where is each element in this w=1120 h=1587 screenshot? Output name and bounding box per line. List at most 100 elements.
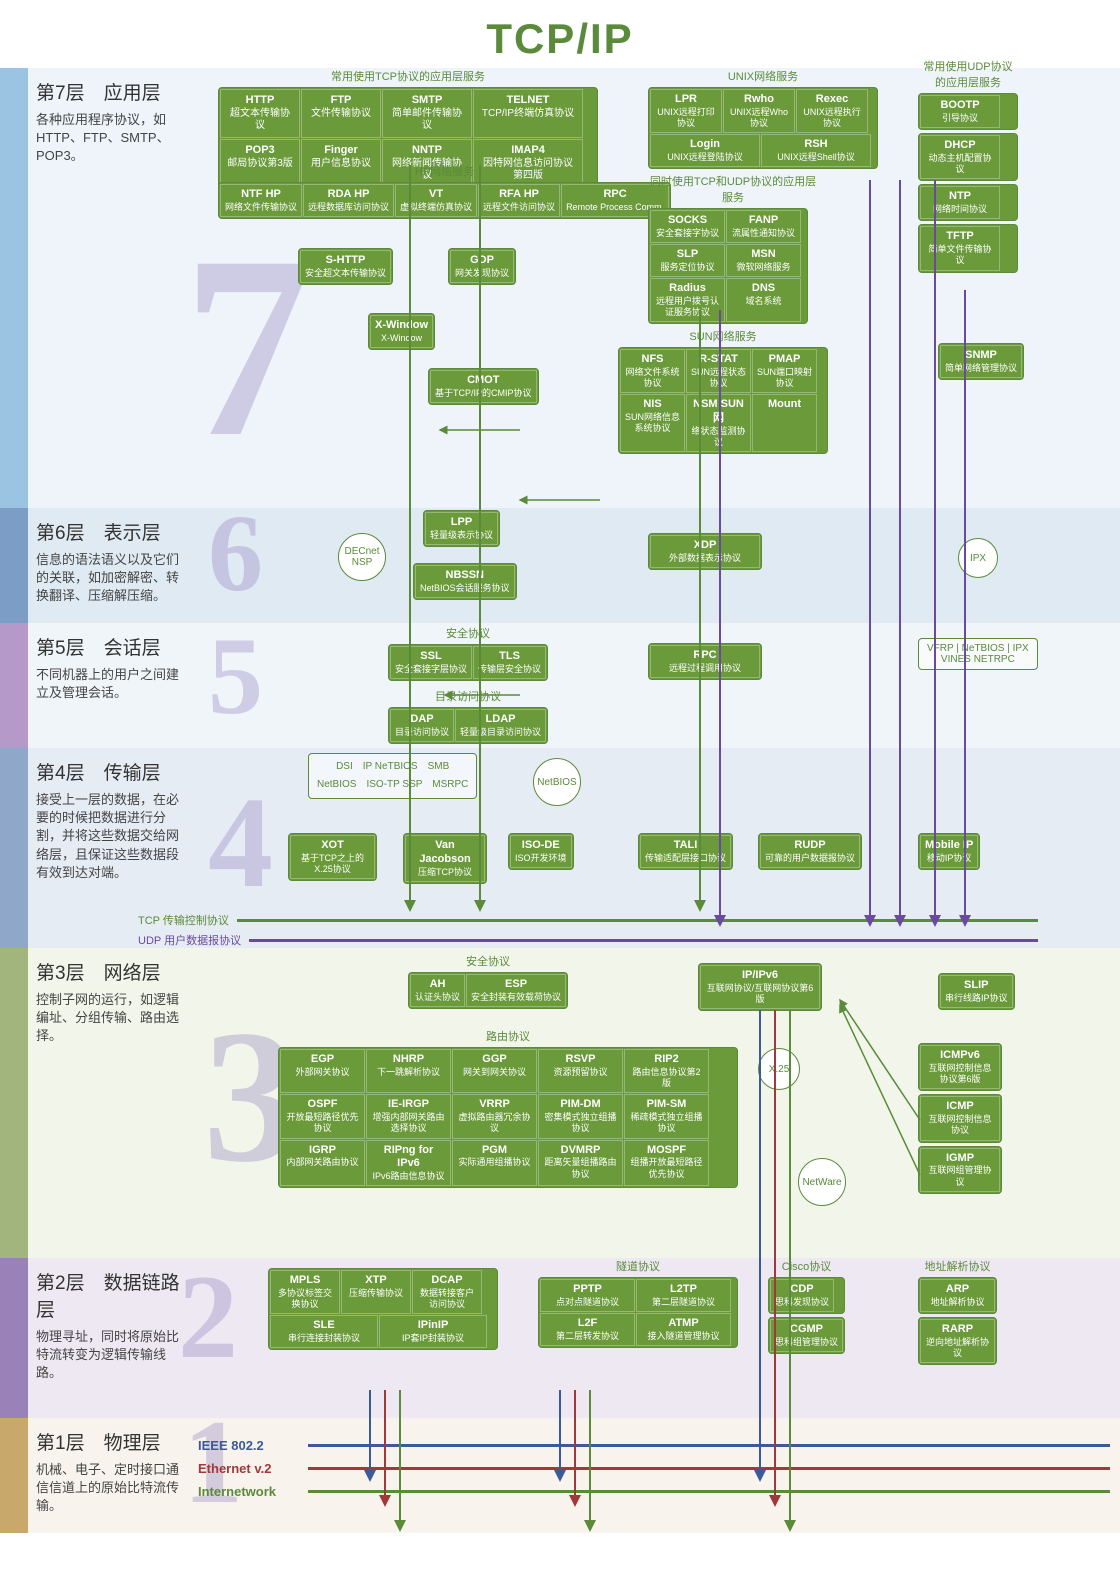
proto-socks: SOCKS安全套接字协议 [650,210,725,243]
group-hp: HP网络服务 [218,163,671,179]
proto-ieirgp: IE-IRGP增强内部网关路由选择协议 [366,1094,451,1138]
group-both: 同时使用TCP和UDP协议的应用层服务 [648,173,818,205]
proto-mount: Mount [752,394,817,452]
proto-smtp: SMTP简单邮件传输协议 [382,89,472,138]
group-routing: 路由协议 [278,1028,738,1044]
udp-line [249,939,1038,942]
proto-nis: NISSUN网络信息系统协议 [620,394,685,452]
proto-lpr: LPRUNIX远程打印协议 [650,89,722,133]
proto-sle: SLE串行连接封装协议 [270,1315,378,1348]
proto-telnet: TELNETTCP/IP终端仿真协议 [473,89,583,138]
proto-rpc5: RPC远程过程调用协议 [650,645,760,678]
layer-7-name: 第7层 应用层 [36,78,190,105]
layer-2: 第2层 数据链路层 物理寻址，同时将原始比特流转变为逻辑传输线路。 2 MPLS… [0,1258,1120,1418]
proto-tls: TLS传输层安全协议 [473,646,546,679]
proto-decnet: DECnet NSP [338,533,386,581]
proto-mospf: MOSPF组播开放最短路径优先协议 [624,1140,709,1187]
proto-fanp: FANP流属性通知协议 [726,210,801,243]
proto-mobileip: Mobile IP移动IP协议 [920,835,978,868]
layer-4-name: 第4层 传输层 [36,758,190,785]
group-unix: UNIX网络服务 [648,68,878,84]
proto-egp: EGP外部网关协议 [280,1049,365,1093]
proto-radius: Radius远程用户拨号认证服务协议 [650,278,725,322]
proto-lpp: LPP轻量级表示协议 [425,512,498,545]
proto-xwindow: X-WindowX-Window [370,315,433,348]
group-addr: 地址解析协议 [918,1258,997,1274]
proto-nhrp: NHRP下一跳解析协议 [366,1049,451,1093]
proto-cgmp: CGMP思科组管理协议 [770,1319,843,1352]
phys-ethernet: Ethernet v.2 [198,1461,1110,1476]
layer-1-desc: 机械、电子、定时接口通信信道上的原始比特流传输。 [36,1461,190,1516]
proto-xtp: XTP压缩传输协议 [341,1270,411,1314]
group-sun: SUN网络服务 [618,328,828,344]
proto-isode: ISO-DEISO开发环境 [510,835,572,868]
proto-rudp: RUDP可靠的用户数据报协议 [760,835,860,868]
layer-1: 第1层 物理层 机械、电子、定时接口通信信道上的原始比特流传输。 1 IEEE … [0,1418,1120,1533]
proto-ggp: GGP网关到网关协议 [452,1049,537,1093]
proto-l2tp: L2TP第二层隧道协议 [636,1279,731,1312]
proto-ldap: LDAP轻量级目录访问协议 [455,709,546,742]
proto-vt: VT虚拟终端仿真协议 [395,184,477,217]
proto-pmap: PMAPSUN端口映射协议 [752,349,817,393]
proto-rip2: RIP2路由信息协议第2版 [624,1049,709,1093]
layer-6: 第6层 表示层 信息的语法语义以及它们的关联，如加密解密、转换翻译、压缩解压缩。… [0,508,1120,623]
layer-1-name: 第1层 物理层 [36,1428,190,1455]
layer-3: 第3层 网络层 控制子网的运行，如逻辑编址、分组传输、路由选择。 3 安全协议 … [0,948,1120,1258]
proto-pptp: PPTP点对点隧道协议 [540,1279,635,1312]
proto-icmp: ICMP互联网控制信息协议 [920,1096,1000,1140]
phys-ieee: IEEE 802.2 [198,1438,1110,1453]
layer-2-desc: 物理寻址，同时将原始比特流转变为逻辑传输线路。 [36,1328,190,1383]
proto-ipx: IPX [958,538,998,578]
proto-ssl: SSL安全套接字层协议 [390,646,472,679]
proto-ipinip: IPinIPIP套IP封装协议 [379,1315,487,1348]
proto-rarp: RARP逆向地址解析协议 [920,1319,995,1363]
group-udp-app: 常用使用UDP协议的应用层服务 [918,58,1018,90]
tcp-line-label: TCP 传输控制协议 [138,912,229,928]
proto-nbssn: NBSSNNetBIOS会话服务协议 [415,565,515,598]
proto-ospf: OSPF开放最短路径优先协议 [280,1094,365,1138]
layer-3-desc: 控制子网的运行，如逻辑编址、分组传输、路由选择。 [36,991,190,1046]
proto-rexec: RexecUNIX远程执行协议 [796,89,868,133]
layer-7-desc: 各种应用程序协议，如HTTP、FTP、SMTP、POP3。 [36,111,190,166]
proto-netware: NetWare [798,1158,846,1206]
layer-5-name: 第5层 会话层 [36,633,190,660]
proto-slp: SLP服务定位协议 [650,244,725,277]
layer-7: 第7层 应用层 各种应用程序协议，如HTTP、FTP、SMTP、POP3。 7 … [0,68,1120,508]
proto-rdahp: RDA HP远程数据库访问协议 [303,184,394,217]
layer-4-desc: 接受上一层的数据，在必要的时候把数据进行分割，并将这些数据交给网络层，且保证这些… [36,791,190,882]
proto-tftp: TFTP简单文件传输协议 [920,226,1000,270]
proto-ftp: FTP文件传输协议 [301,89,381,138]
proto-slip: SLIP串行线路IP协议 [940,975,1013,1008]
layer-4: 第4层 传输层 接受上一层的数据，在必要的时候把数据进行分割，并将这些数据交给网… [0,748,1120,948]
proto-dap: DAP目录访问协议 [390,709,454,742]
group-dir: 目录访问协议 [388,688,548,704]
proto-ah: AH认证头协议 [410,974,465,1007]
proto-http: HTTP超文本传输协议 [220,89,300,138]
proto-snmp: SNMP简单网络管理协议 [940,345,1022,378]
proto-ntp: NTP网络时间协议 [920,186,1000,219]
proto-esp: ESP安全封装有效载荷协议 [466,974,566,1007]
layer-6-name: 第6层 表示层 [36,518,190,545]
proto-nfs: NFS网络文件系统协议 [620,349,685,393]
proto-ipipv6: IP/IPv6互联网协议/互联网协议第6版 [700,965,820,1009]
box-dsi-group: DSI IP NeTBIOS SMB NetBIOS ISO-TP SSP MS… [308,753,477,799]
proto-shttp: S-HTTP安全超文本传输协议 [300,250,391,283]
proto-msn: MSN微软网络服务 [726,244,801,277]
layer-5-desc: 不同机器上的用户之间建立及管理会话。 [36,666,190,702]
layer-2-name: 第2层 数据链路层 [36,1268,190,1322]
proto-tali: TALI传输适配层接口协议 [640,835,731,868]
layer-3-name: 第3层 网络层 [36,958,190,985]
proto-cmot: CMOT基于TCP/IP的CMIP协议 [430,370,537,403]
proto-igrp: IGRP内部网关路由协议 [280,1140,365,1187]
proto-vanjacobson: Van Jacobson压缩TCP协议 [405,835,485,882]
group-sec3: 安全协议 [408,953,568,969]
proto-arp: ARP地址解析协议 [920,1279,995,1312]
proto-rwho: RwhoUNIX远程Who协议 [723,89,795,133]
group-tunnel: 隧道协议 [538,1258,738,1274]
proto-nsm: NSM SUN网络状态监测协议 [686,394,751,452]
proto-rsh: RSHUNIX远程Shell协议 [761,134,871,167]
proto-rsvp: RSVP资源预留协议 [538,1049,623,1093]
udp-line-label: UDP 用户数据报协议 [138,932,241,948]
proto-mpls: MPLS多协议标签交换协议 [270,1270,340,1314]
proto-dcap: DCAP数据转接客户访问协议 [412,1270,482,1314]
